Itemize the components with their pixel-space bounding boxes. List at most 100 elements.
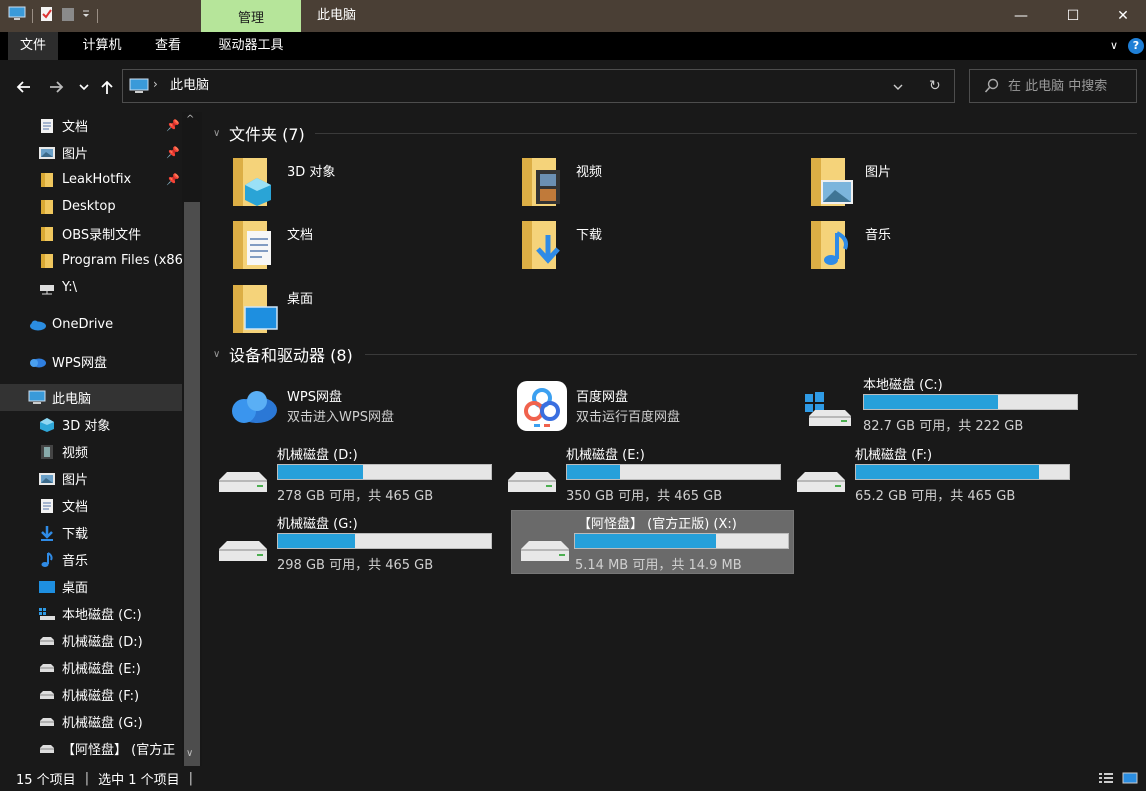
breadcrumb-chevron-icon[interactable]: › <box>153 77 158 91</box>
computer-icon[interactable] <box>8 6 26 26</box>
folder-pictures[interactable]: 图片 <box>781 152 1061 212</box>
item-count: 15 个项目 <box>16 773 76 788</box>
maximize-button[interactable]: ☐ <box>1050 0 1096 32</box>
sidebar-item-drive-e[interactable]: 机械磁盘 (E:) <box>0 654 182 681</box>
close-button[interactable]: ✕ <box>1100 0 1146 32</box>
sidebar-item-pictures-pc[interactable]: 图片 <box>0 465 182 492</box>
wps-cloud-item[interactable]: WPS网盘 双击进入WPS网盘 <box>203 376 485 436</box>
sidebar-item-label: 本地磁盘 (C:) <box>62 608 142 623</box>
tab-computer[interactable]: 计算机 <box>72 32 132 60</box>
quick-access-toolbar <box>8 6 98 26</box>
status-bar: 15 个项目 | 选中 1 个项目 | <box>0 766 1146 791</box>
address-dropdown-icon[interactable] <box>893 70 903 102</box>
drive-usage-bar <box>277 533 492 549</box>
tab-file[interactable]: 文件 <box>8 32 58 60</box>
qat-dropdown-icon[interactable] <box>81 6 91 26</box>
manage-context-tab[interactable]: 管理 <box>201 0 301 32</box>
drive-icon <box>521 541 569 561</box>
baidu-netdisk-item[interactable]: 百度网盘 双击运行百度网盘 <box>492 376 774 436</box>
folders-group-title: 文件夹 (7) <box>229 125 305 144</box>
sidebar-item-documents[interactable]: 文档 📌 <box>0 112 182 139</box>
scroll-up-icon[interactable]: ^ <box>186 114 194 125</box>
sidebar-item-label: Y:\ <box>62 280 77 295</box>
sidebar-item-drive-c[interactable]: 本地磁盘 (C:) <box>0 600 182 627</box>
sidebar-item-3d-objects[interactable]: 3D 对象 <box>0 411 182 438</box>
status-separator: | <box>188 771 194 786</box>
sidebar-item-obs[interactable]: OBS录制文件 <box>0 220 182 247</box>
sidebar-item-label: 3D 对象 <box>62 419 111 434</box>
sidebar-item-pictures[interactable]: 图片 📌 <box>0 139 182 166</box>
sidebar-item-videos[interactable]: 视频 <box>0 438 182 465</box>
drive-g[interactable]: 机械磁盘 (G:) 298 GB 可用，共 465 GB <box>203 511 492 575</box>
pin-icon[interactable]: 📌 <box>166 119 180 132</box>
3d-objects-icon <box>38 417 56 433</box>
folder-music[interactable]: 音乐 <box>781 215 1061 275</box>
download-icon <box>522 221 560 269</box>
folder-downloads[interactable]: 下载 <box>492 215 772 275</box>
sidebar-item-network-y[interactable]: Y:\ <box>0 274 182 301</box>
folder-videos[interactable]: 视频 <box>492 152 772 212</box>
forward-button[interactable] <box>46 76 68 98</box>
refresh-icon[interactable]: ↻ <box>929 70 941 102</box>
folders-group-header[interactable]: ∨ 文件夹 (7) <box>213 121 305 145</box>
large-icons-view-icon[interactable] <box>1122 772 1138 788</box>
help-icon[interactable]: ? <box>1128 38 1144 54</box>
drive-x[interactable]: 【阿怪盘】 (官方正版) (X:) 5.14 MB 可用，共 14.9 MB <box>511 510 794 574</box>
drive-e[interactable]: 机械磁盘 (E:) 350 GB 可用，共 465 GB <box>492 442 781 506</box>
address-bar[interactable]: › 此电脑 ↻ <box>122 69 955 103</box>
folder-3d-objects[interactable]: 3D 对象 <box>203 152 483 212</box>
music-icon <box>38 551 56 568</box>
drive-usage-fill <box>567 465 621 479</box>
sidebar-item-onedrive[interactable]: OneDrive <box>0 311 182 338</box>
scroll-down-icon[interactable]: ∨ <box>186 748 193 759</box>
sidebar-item-documents-pc[interactable]: 文档 <box>0 492 182 519</box>
sidebar-item-drive-d[interactable]: 机械磁盘 (D:) <box>0 627 182 654</box>
folder-label: 视频 <box>576 165 603 180</box>
sidebar-item-leakhotfix[interactable]: LeakHotfix 📌 <box>0 166 182 193</box>
breadcrumb-this-pc[interactable]: 此电脑 <box>170 70 209 102</box>
pin-icon[interactable]: 📌 <box>166 173 180 186</box>
collapse-chevron-icon[interactable]: ∨ <box>213 349 229 360</box>
search-input[interactable] <box>1008 70 1132 102</box>
ribbon-collapse-icon[interactable]: ∨ <box>1104 32 1124 60</box>
drive-icon <box>38 714 56 730</box>
folder-documents[interactable]: 文档 <box>203 215 483 275</box>
onedrive-icon <box>28 317 46 333</box>
sidebar-item-desktop-folder[interactable]: Desktop <box>0 193 182 220</box>
drive-d[interactable]: 机械磁盘 (D:) 278 GB 可用，共 465 GB <box>203 442 492 506</box>
sidebar-item-this-pc[interactable]: 此电脑 <box>0 384 182 411</box>
sidebar-item-drive-x[interactable]: 【阿怪盘】 (官方正 <box>0 735 182 762</box>
sidebar-item-label: OBS录制文件 <box>62 228 142 243</box>
sidebar-scrollbar-thumb[interactable] <box>184 202 200 766</box>
tab-drive-tools[interactable]: 驱动器工具 <box>204 32 298 60</box>
collapse-chevron-icon[interactable]: ∨ <box>213 128 229 139</box>
properties-icon[interactable] <box>39 6 55 26</box>
drive-usage-bar <box>566 464 781 480</box>
search-box[interactable] <box>969 69 1137 103</box>
devices-group-header[interactable]: ∨ 设备和驱动器 (8) <box>213 342 353 366</box>
folder-label: 音乐 <box>865 228 892 243</box>
drive-icon <box>797 472 845 492</box>
up-button[interactable] <box>96 76 118 98</box>
sidebar-item-music[interactable]: 音乐 <box>0 546 182 573</box>
drive-c[interactable]: 本地磁盘 (C:) 82.7 GB 可用，共 222 GB <box>789 372 1078 436</box>
drive-space-info: 298 GB 可用，共 465 GB <box>277 558 434 573</box>
sidebar-item-desktop[interactable]: 桌面 <box>0 573 182 600</box>
folder-desktop[interactable]: 桌面 <box>203 279 483 339</box>
new-folder-icon[interactable] <box>61 6 75 26</box>
sidebar-item-wps[interactable]: WPS网盘 <box>0 348 182 375</box>
tab-view[interactable]: 查看 <box>143 32 193 60</box>
sidebar-item-downloads[interactable]: 下载 <box>0 519 182 546</box>
recent-locations-button[interactable] <box>73 76 95 98</box>
sidebar-item-program-files[interactable]: Program Files (x86 <box>0 247 182 274</box>
details-view-icon[interactable] <box>1098 772 1114 788</box>
drive-f[interactable]: 机械磁盘 (F:) 65.2 GB 可用，共 465 GB <box>781 442 1070 506</box>
minimize-button[interactable]: — <box>998 0 1044 32</box>
music-icon <box>811 221 848 269</box>
sidebar-item-drive-g[interactable]: 机械磁盘 (G:) <box>0 708 182 735</box>
windows-drive-icon <box>805 392 851 426</box>
sidebar-item-drive-f[interactable]: 机械磁盘 (F:) <box>0 681 182 708</box>
back-button[interactable] <box>12 76 34 98</box>
drive-icon <box>38 687 56 703</box>
pin-icon[interactable]: 📌 <box>166 146 180 159</box>
